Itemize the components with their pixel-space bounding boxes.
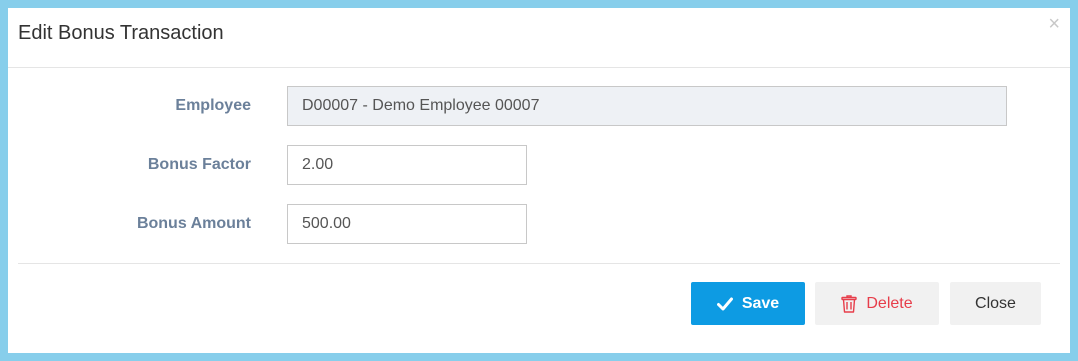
bonus-factor-label: Bonus Factor [147,156,251,173]
bonus-amount-row: Bonus Amount [8,204,1070,244]
bonus-factor-row: Bonus Factor [8,145,1070,185]
bonus-amount-input[interactable] [287,204,527,244]
save-button[interactable]: Save [691,282,805,325]
trash-icon [841,294,858,313]
modal-header: Edit Bonus Transaction × [8,8,1070,68]
edit-bonus-modal: Edit Bonus Transaction × Employee Bonus … [8,8,1070,353]
bonus-factor-input[interactable] [287,145,527,185]
close-button[interactable]: Close [950,282,1041,325]
delete-button[interactable]: Delete [815,282,939,325]
footer-divider [18,263,1060,264]
employee-field[interactable] [287,86,1007,126]
delete-button-label: Delete [866,294,913,312]
employee-row: Employee [8,86,1070,126]
check-icon [716,297,733,311]
modal-title: Edit Bonus Transaction [18,22,224,44]
close-icon[interactable]: × [1048,14,1060,34]
employee-label: Employee [175,97,251,114]
close-button-label: Close [975,294,1016,312]
bonus-amount-label: Bonus Amount [136,215,251,232]
save-button-label: Save [741,294,780,312]
